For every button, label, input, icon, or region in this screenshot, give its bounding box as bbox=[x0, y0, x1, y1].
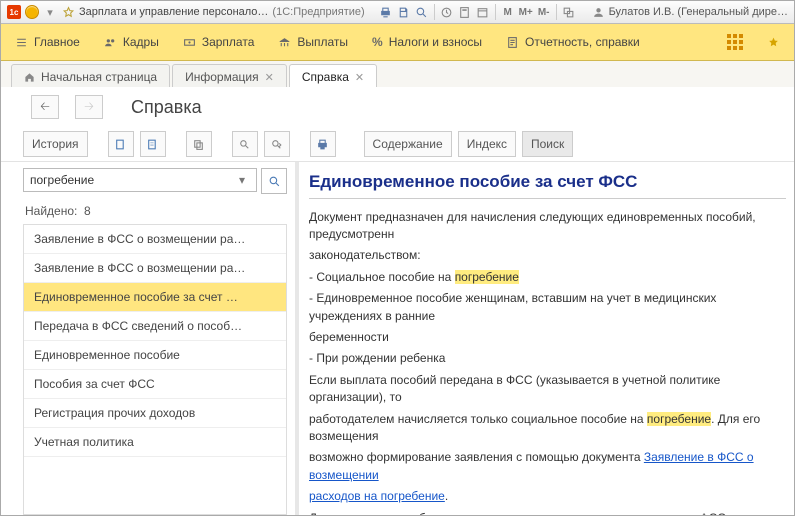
search-tab-button[interactable]: Поиск bbox=[522, 131, 573, 157]
article-text: - При рождении ребенка bbox=[309, 350, 786, 367]
article-text: Два денежных пособия в этом случае начис… bbox=[309, 510, 786, 516]
current-user[interactable]: Булатов И.В. (Генеральный дире… bbox=[592, 6, 788, 19]
percent-icon: % bbox=[372, 35, 383, 49]
config-note: (1С:Предприятие) bbox=[272, 6, 364, 18]
tab-start-page[interactable]: Начальная страница bbox=[11, 64, 170, 89]
save-icon[interactable] bbox=[396, 4, 412, 20]
print-button[interactable] bbox=[310, 131, 336, 157]
article-text: законодательством: bbox=[309, 247, 786, 264]
print-icon[interactable] bbox=[378, 4, 394, 20]
help-toolbar: История Содержание Индекс Поиск bbox=[1, 127, 794, 162]
main-sections-nav: Главное Кадры Зарплата Выплаты % Налоги … bbox=[1, 24, 794, 61]
mdi-tabs: Начальная страница Информация ✕ Справка … bbox=[1, 61, 794, 90]
article-text: расходов на погребение. bbox=[309, 488, 786, 505]
search-input-value: погребение bbox=[30, 173, 234, 187]
tab-label: Справка bbox=[302, 70, 349, 84]
article-text: - Единовременное пособие женщинам, встав… bbox=[309, 290, 786, 325]
user-icon bbox=[592, 6, 605, 19]
list-item[interactable]: Пособия за счет ФСС bbox=[24, 370, 286, 399]
list-item[interactable]: Единовременное пособие за счет … bbox=[24, 283, 286, 312]
nav-vyplaty[interactable]: Выплаты bbox=[278, 35, 348, 49]
close-icon[interactable]: ✕ bbox=[265, 71, 274, 84]
nav-label: Отчетность, справки bbox=[525, 35, 640, 49]
money-icon bbox=[183, 36, 196, 49]
nav-zarplata[interactable]: Зарплата bbox=[183, 35, 255, 49]
article-title: Единовременное пособие за счет ФСС bbox=[309, 170, 786, 199]
memory-mminus[interactable]: M- bbox=[536, 4, 552, 20]
list-item[interactable]: Передача в ФСС сведений о пособ… bbox=[24, 312, 286, 341]
tb-findnext-icon[interactable] bbox=[264, 131, 290, 157]
list-item[interactable]: Учетная политика bbox=[24, 428, 286, 457]
tab-info[interactable]: Информация ✕ bbox=[172, 64, 287, 89]
tb-find-icon[interactable] bbox=[232, 131, 258, 157]
list-item[interactable]: Регистрация прочих доходов bbox=[24, 399, 286, 428]
list-item[interactable]: Заявление в ФСС о возмещении ра… bbox=[24, 254, 286, 283]
all-sections-icon[interactable] bbox=[727, 34, 743, 50]
nav-kadry[interactable]: Кадры bbox=[104, 35, 159, 49]
memory-mplus[interactable]: M+ bbox=[518, 4, 534, 20]
close-icon[interactable]: ✕ bbox=[355, 71, 364, 84]
search-results-list: Заявление в ФСС о возмещении ра… Заявлен… bbox=[23, 224, 287, 515]
memory-m[interactable]: M bbox=[500, 4, 516, 20]
windows-icon[interactable] bbox=[561, 4, 577, 20]
menu-icon bbox=[15, 36, 28, 49]
article-pane: Единовременное пособие за счет ФСС Докум… bbox=[299, 162, 794, 515]
clock-icon[interactable] bbox=[439, 4, 455, 20]
nav-label: Зарплата bbox=[202, 35, 255, 49]
window-titlebar: 1c ▾ Зарплата и управление персонало… (1… bbox=[1, 1, 794, 24]
content-tab-button[interactable]: Содержание bbox=[364, 131, 452, 157]
caret-down-icon[interactable]: ▾ bbox=[43, 5, 57, 19]
calc-icon[interactable] bbox=[457, 4, 473, 20]
page-title: Справка bbox=[131, 97, 202, 118]
tb-doc2-icon[interactable] bbox=[140, 131, 166, 157]
article-text: возможно формирование заявления с помощь… bbox=[309, 449, 786, 484]
search-pane: погребение ▾ Найдено: 8 Заявление в ФСС … bbox=[1, 162, 299, 515]
link-fss-rashody[interactable]: расходов на погребение bbox=[309, 489, 445, 503]
tab-label: Начальная страница bbox=[41, 70, 157, 84]
tab-label: Информация bbox=[185, 70, 258, 84]
article-text: - Социальное пособие на погребение bbox=[309, 269, 786, 286]
nav-otchet[interactable]: Отчетность, справки bbox=[506, 35, 640, 49]
dropdown-icon[interactable]: ▾ bbox=[234, 173, 250, 187]
list-item[interactable]: Единовременное пособие bbox=[24, 341, 286, 370]
title-toolbar: M M+ M- bbox=[377, 4, 578, 20]
tab-help[interactable]: Справка ✕ bbox=[289, 64, 377, 89]
nav-main[interactable]: Главное bbox=[15, 35, 80, 49]
search-input[interactable]: погребение ▾ bbox=[23, 168, 257, 192]
page-nav-row: 🡠 🡢 Справка bbox=[1, 87, 794, 127]
tb-copy-icon[interactable] bbox=[186, 131, 212, 157]
people-icon bbox=[104, 36, 117, 49]
forward-button: 🡢 bbox=[75, 95, 103, 119]
nav-label: Кадры bbox=[123, 35, 159, 49]
search-button[interactable] bbox=[261, 168, 287, 194]
nav-nalogi[interactable]: % Налоги и взносы bbox=[372, 35, 482, 49]
content-area: 🡠 🡢 Справка История Содержание Индекс По… bbox=[1, 87, 794, 515]
found-summary: Найдено: 8 bbox=[25, 204, 287, 218]
history-button[interactable]: История bbox=[23, 131, 88, 157]
index-tab-button[interactable]: Индекс bbox=[458, 131, 516, 157]
article-text: Если выплата пособий передана в ФСС (ука… bbox=[309, 372, 786, 407]
nav-label: Выплаты bbox=[297, 35, 348, 49]
report-icon bbox=[506, 36, 519, 49]
article-text: Документ предназначен для начисления сле… bbox=[309, 209, 786, 244]
user-label: Булатов И.В. (Генеральный дире… bbox=[609, 6, 788, 18]
article-text: беременности bbox=[309, 329, 786, 346]
back-button[interactable]: 🡠 bbox=[31, 95, 59, 119]
bank-icon bbox=[278, 36, 291, 49]
star-icon[interactable] bbox=[61, 5, 75, 19]
calendar-icon[interactable] bbox=[475, 4, 491, 20]
search-global-icon[interactable] bbox=[414, 4, 430, 20]
star-fav-icon[interactable] bbox=[767, 36, 780, 49]
app-logo-icon: 1c bbox=[7, 5, 21, 19]
app-title: Зарплата и управление персонало… bbox=[79, 6, 268, 18]
nav-label: Главное bbox=[34, 35, 80, 49]
home-icon bbox=[24, 72, 35, 83]
dropdown-icon[interactable] bbox=[25, 5, 39, 19]
list-item[interactable]: Заявление в ФСС о возмещении ра… bbox=[24, 225, 286, 254]
article-text: работодателем начисляется только социаль… bbox=[309, 411, 786, 446]
tb-doc-icon[interactable] bbox=[108, 131, 134, 157]
nav-label: Налоги и взносы bbox=[389, 35, 482, 49]
